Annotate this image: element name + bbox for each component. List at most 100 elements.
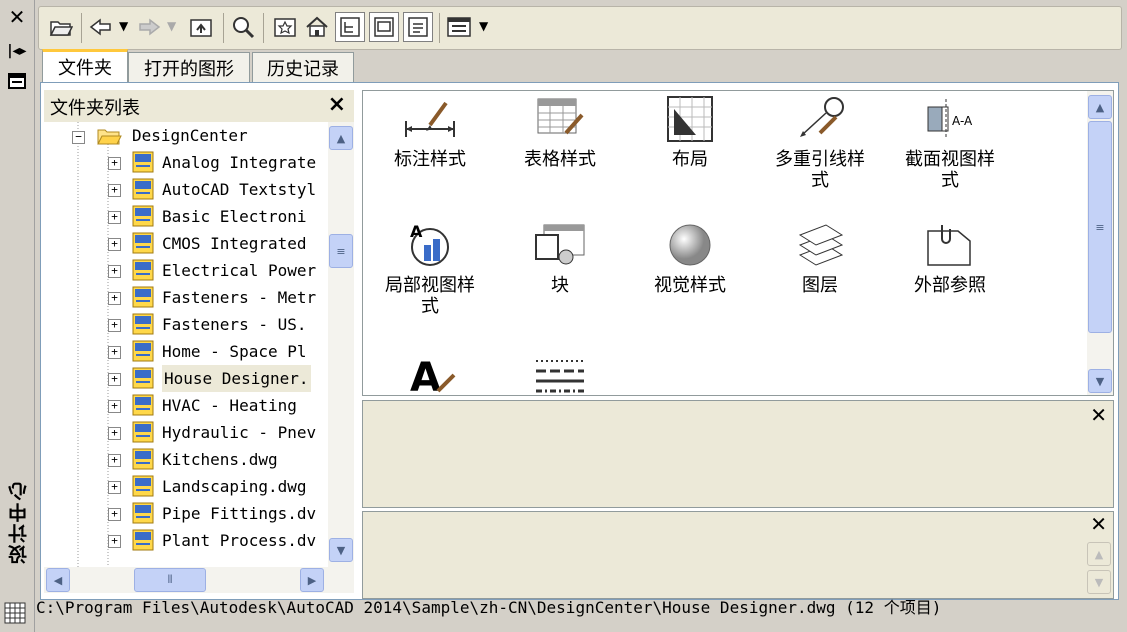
scroll-down-icon[interactable]: ▼ [329, 538, 353, 562]
tree-expander-icon[interactable]: + [108, 238, 121, 251]
load-folder-icon[interactable] [47, 13, 75, 41]
tree-item[interactable]: Basic Electroni [162, 203, 307, 230]
layout-icon [635, 95, 745, 143]
tree-expander-icon[interactable]: + [108, 535, 121, 548]
tree-expander-icon[interactable]: + [108, 454, 121, 467]
content-item-label: 截面视图样 [905, 149, 995, 170]
tree-item[interactable]: Home - Space Pl [162, 338, 307, 365]
tree-root[interactable]: DesignCenter [132, 122, 248, 149]
content-item[interactable]: A-A 截面视图样式 [895, 95, 1005, 191]
tree-item[interactable]: AutoCAD Textstyl [162, 176, 316, 203]
home-icon[interactable] [303, 13, 331, 41]
block-icon [505, 221, 615, 269]
content-item[interactable]: A [375, 347, 485, 395]
tab-folders[interactable]: 文件夹 [42, 49, 128, 82]
preview-pane: ✕ [362, 400, 1114, 508]
close-icon[interactable]: ✕ [6, 6, 28, 28]
tree-expander-icon[interactable]: + [108, 373, 121, 386]
layer-icon [765, 221, 875, 269]
content-item[interactable]: 外部参照 [895, 221, 1005, 296]
tree-expander-icon[interactable]: + [108, 157, 121, 170]
content-item[interactable]: A 局部视图样式 [375, 221, 485, 317]
tree-expander-icon[interactable]: + [108, 346, 121, 359]
content-item[interactable]: 布局 [635, 95, 745, 170]
description-close-icon[interactable]: ✕ [1090, 512, 1107, 536]
tree-expander-icon[interactable]: + [108, 211, 121, 224]
tree-expander-icon[interactable]: + [108, 265, 121, 278]
content-icon-view[interactable]: ▲ ≡ ▼ 标注样式 表格样式 布局 多重引线样式 A-A 截面视图样式 A 局部视图样式块 视… [362, 90, 1114, 396]
content-item[interactable]: 多重引线样式 [765, 95, 875, 191]
tab-open-drawings[interactable]: 打开的图形 [128, 52, 250, 83]
content-item[interactable]: 标注样式 [375, 95, 485, 170]
content-scroll-up-icon[interactable]: ▲ [1088, 95, 1112, 119]
dwg-file-icon [132, 232, 154, 254]
description-scrollbar[interactable]: ▲ ▼ [1087, 540, 1111, 596]
tree-close-icon[interactable]: × [328, 92, 346, 117]
tree-item[interactable]: Pipe Fittings.dv [162, 500, 316, 527]
tree-item[interactable]: CMOS Integrated [162, 230, 307, 257]
favorites-icon[interactable] [271, 13, 299, 41]
desc-scroll-up-icon[interactable]: ▲ [1087, 542, 1111, 566]
svg-text:A: A [410, 355, 441, 395]
desc-scroll-down-icon[interactable]: ▼ [1087, 570, 1111, 594]
dwg-file-icon [132, 151, 154, 173]
scroll-right-icon[interactable]: ▶ [300, 568, 324, 592]
content-scroll-thumb[interactable]: ≡ [1088, 121, 1112, 333]
folder-tree[interactable]: − DesignCenter + Analog Integrate + AutoCAD… [44, 122, 354, 567]
tree-hscrollbar[interactable]: ◀ ⦀ ▶ [44, 567, 354, 593]
dwg-file-icon [132, 286, 154, 308]
content-vscrollbar[interactable]: ▲ ≡ ▼ [1087, 91, 1113, 395]
tree-expander-icon[interactable]: + [108, 427, 121, 440]
tree-item[interactable]: Analog Integrate [162, 149, 316, 176]
tree-toggle-icon[interactable] [335, 12, 365, 42]
properties-icon[interactable] [6, 72, 28, 94]
content-item[interactable]: 图层 [765, 221, 875, 296]
preview-close-icon[interactable]: ✕ [1090, 403, 1107, 427]
autohide-icon[interactable]: |◂▸ [6, 40, 28, 62]
tree-item[interactable]: HVAC - Heating [162, 392, 297, 419]
tree-expander-icon[interactable]: + [108, 508, 121, 521]
description-toggle-icon[interactable] [403, 12, 433, 42]
textstyle-icon: A [375, 347, 485, 395]
tree-item[interactable]: Fasteners - US. [162, 311, 307, 338]
tree-vscrollbar[interactable]: ▲ ≡ ▼ [328, 122, 354, 567]
content-item[interactable] [505, 347, 615, 395]
forward-dropdown-icon[interactable]: ▼ [167, 19, 176, 33]
dwg-file-icon [132, 205, 154, 227]
forward-icon[interactable] [135, 13, 163, 41]
description-pane: ✕ ▲ ▼ [362, 511, 1114, 599]
scroll-thumb[interactable]: ≡ [329, 234, 353, 268]
tree-item[interactable]: Hydraulic - Pnev [162, 419, 316, 446]
tree-item[interactable]: House Designer. [162, 365, 311, 392]
dwg-file-icon [132, 340, 154, 362]
tree-item[interactable]: Electrical Power [162, 257, 316, 284]
hscroll-thumb[interactable]: ⦀ [134, 568, 206, 592]
tree-expander-icon[interactable]: + [108, 292, 121, 305]
tree-item[interactable]: Fasteners - Metr [162, 284, 316, 311]
views-dropdown-icon[interactable]: ▼ [479, 19, 488, 33]
scroll-up-icon[interactable]: ▲ [329, 126, 353, 150]
preview-toggle-icon[interactable] [369, 12, 399, 42]
tree-expander-icon[interactable]: + [108, 400, 121, 413]
content-scroll-down-icon[interactable]: ▼ [1088, 369, 1112, 393]
back-dropdown-icon[interactable]: ▼ [119, 19, 128, 33]
back-icon[interactable] [87, 13, 115, 41]
content-item[interactable]: 块 [505, 221, 615, 296]
dwg-file-icon [132, 448, 154, 470]
tree-expander-icon[interactable]: + [108, 481, 121, 494]
tree-item[interactable]: Landscaping.dwg [162, 473, 307, 500]
search-icon[interactable] [229, 13, 257, 41]
views-icon[interactable] [445, 13, 473, 41]
content-item-label: 块 [551, 275, 569, 296]
tree-item[interactable]: Plant Process.dv [162, 527, 316, 554]
tree-header-title: 文件夹列表 [50, 98, 140, 119]
tree-expander-icon[interactable]: + [108, 184, 121, 197]
content-item[interactable]: 视觉样式 [635, 221, 745, 296]
content-item[interactable]: 表格样式 [505, 95, 615, 170]
up-folder-icon[interactable] [187, 13, 215, 41]
scroll-left-icon[interactable]: ◀ [46, 568, 70, 592]
tree-expander-icon[interactable]: + [108, 319, 121, 332]
tree-item[interactable]: Kitchens.dwg [162, 446, 278, 473]
tab-history[interactable]: 历史记录 [252, 52, 354, 83]
content-item-label: 图层 [802, 275, 838, 296]
